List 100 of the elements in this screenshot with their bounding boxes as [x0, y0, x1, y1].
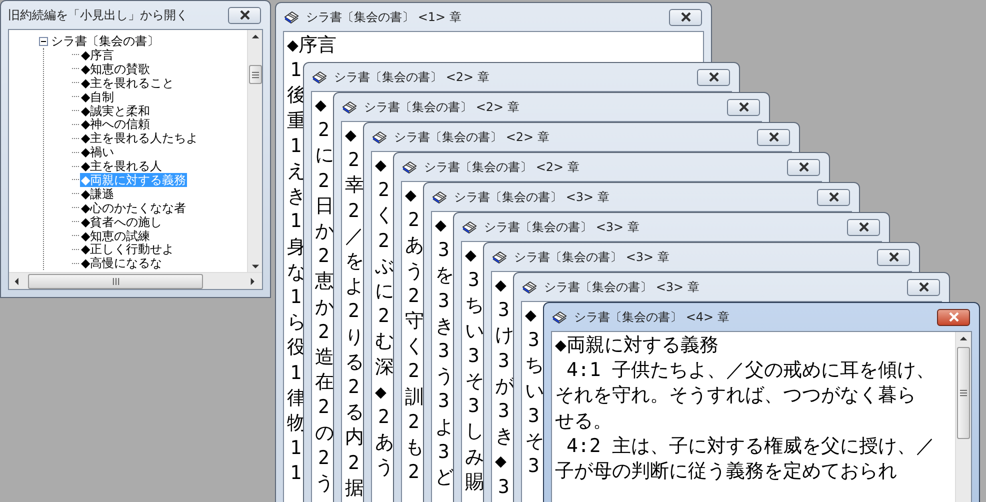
text-line: し — [465, 419, 484, 444]
text-line: ◆ — [405, 183, 416, 208]
scroll-thumb[interactable] — [957, 347, 970, 439]
text-line: を — [435, 263, 454, 288]
text-line: 日 — [315, 194, 334, 219]
close-icon — [918, 282, 930, 292]
scroll-thumb[interactable] — [28, 274, 203, 288]
text-line: ◆ — [525, 303, 536, 328]
text-line: そ — [525, 429, 544, 454]
text-line: 2 — [348, 299, 360, 324]
text-line: ◆ — [495, 273, 506, 298]
text-line: 2 — [318, 320, 330, 345]
tree-item[interactable]: ◆知恵の賛歌 — [80, 62, 152, 76]
tree-item[interactable]: ◆主を畏れること — [80, 76, 176, 90]
tree-item[interactable]: ◆主を畏れる人 — [80, 159, 164, 174]
tree-item[interactable]: ◆誠実と柔和 — [80, 104, 152, 118]
close-button[interactable] — [907, 278, 940, 296]
scroll-thumb[interactable] — [249, 65, 262, 84]
text-line: け — [495, 323, 514, 348]
close-button[interactable] — [697, 68, 730, 86]
text-line: あ — [405, 233, 424, 258]
text-line: 2 — [378, 304, 390, 330]
text-line: む — [375, 329, 394, 354]
text-line: き — [435, 314, 454, 339]
close-icon — [738, 102, 750, 112]
text-line: き — [495, 424, 514, 450]
text-line: 深 — [375, 354, 394, 380]
text-line: 2 — [378, 178, 390, 204]
text-line: み — [465, 444, 484, 470]
window-title: シラ書〔集会の書〕 <2> 章 — [394, 128, 550, 146]
text-line: 2 — [318, 168, 330, 194]
tree-item[interactable]: ◆高慢になるな — [80, 256, 164, 270]
text-line: 1 — [290, 134, 302, 159]
text-line: ち — [465, 293, 484, 318]
tree-item[interactable]: ◆正しく行動せよ — [80, 242, 176, 256]
window-title: シラ書〔集会の書〕 <2> 章 — [424, 158, 580, 176]
text-line: う — [375, 455, 394, 480]
text-line: ち — [525, 353, 544, 378]
window-title: シラ書〔集会の書〕 <3> 章 — [514, 248, 670, 266]
close-button[interactable] — [787, 158, 820, 176]
book-icon — [491, 250, 508, 264]
text-line: ◆ — [375, 380, 386, 405]
close-button[interactable] — [727, 98, 760, 116]
grip-icon — [112, 278, 120, 284]
text-line: 3 — [468, 344, 480, 369]
book-icon — [341, 100, 358, 114]
text-line: ◆ — [495, 449, 506, 474]
book-icon — [521, 280, 538, 294]
text-line: 3 — [528, 404, 540, 429]
window-title: シラ書〔集会の書〕 <2> 章 — [364, 98, 520, 116]
text-line: き — [287, 184, 306, 210]
tree-item[interactable]: ◆貧者への施し — [80, 214, 164, 229]
text-line: 2 — [318, 395, 330, 420]
close-button[interactable] — [937, 308, 970, 326]
text-line: 4:2 主は、子に対する権威を父に授け、／ — [565, 434, 936, 459]
text-line: 3 — [498, 348, 510, 374]
text-line: ◆ — [375, 153, 386, 178]
close-button[interactable] — [817, 188, 850, 206]
tree-item[interactable]: ◆自制 — [80, 90, 116, 104]
tree-item[interactable]: ◆神への信頼 — [80, 117, 152, 132]
close-icon — [768, 132, 780, 142]
text-line: り — [345, 324, 364, 350]
text-line: い — [525, 378, 544, 404]
text-line: ◆序言 — [287, 33, 336, 58]
text-line: ◆ — [435, 213, 446, 238]
vertical-scrollbar[interactable] — [955, 332, 971, 502]
text-line: 2 — [408, 460, 420, 486]
tree-item[interactable]: ◆心のかたくなな者 — [80, 200, 188, 215]
close-button[interactable] — [669, 8, 702, 26]
tree-item[interactable]: ◆禍い — [80, 145, 116, 160]
text-line: ◆ — [465, 243, 476, 268]
text-line: 3 — [528, 328, 540, 354]
tree-item[interactable]: ◆主を畏れる人たちよ — [80, 131, 200, 146]
text-line: 3 — [468, 394, 480, 420]
text-line: 2 — [378, 405, 390, 430]
tree-item[interactable]: ◆知恵の試練 — [80, 228, 152, 243]
text-line: 恵 — [315, 269, 334, 294]
horizontal-scrollbar[interactable] — [9, 272, 262, 289]
vertical-scrollbar[interactable] — [247, 30, 262, 272]
collapse-icon[interactable] — [39, 36, 48, 46]
text-line: な — [287, 260, 306, 285]
close-button[interactable] — [847, 218, 880, 236]
text-line: 3 — [438, 440, 450, 465]
text-line: 据 — [345, 476, 364, 501]
close-button[interactable] — [228, 6, 261, 24]
close-button[interactable] — [877, 248, 910, 266]
close-icon — [858, 222, 870, 232]
tree-item[interactable]: シラ書〔集会の書〕 — [50, 34, 160, 48]
window-title: シラ書〔集会の書〕 <4> 章 — [574, 308, 730, 326]
tree-item[interactable]: ◆序言 — [80, 48, 116, 62]
close-icon — [798, 162, 810, 172]
book-icon — [551, 310, 568, 324]
window-title: シラ書〔集会の書〕 <3> 章 — [454, 188, 610, 206]
close-button[interactable] — [757, 128, 790, 146]
text-line: 3 — [438, 339, 450, 364]
tree-item[interactable]: ◆謙遜 — [80, 186, 116, 201]
text-line: よ — [435, 414, 454, 440]
text-line: が — [495, 374, 514, 399]
text-line: か — [315, 294, 334, 320]
text-line: そ — [465, 369, 484, 394]
